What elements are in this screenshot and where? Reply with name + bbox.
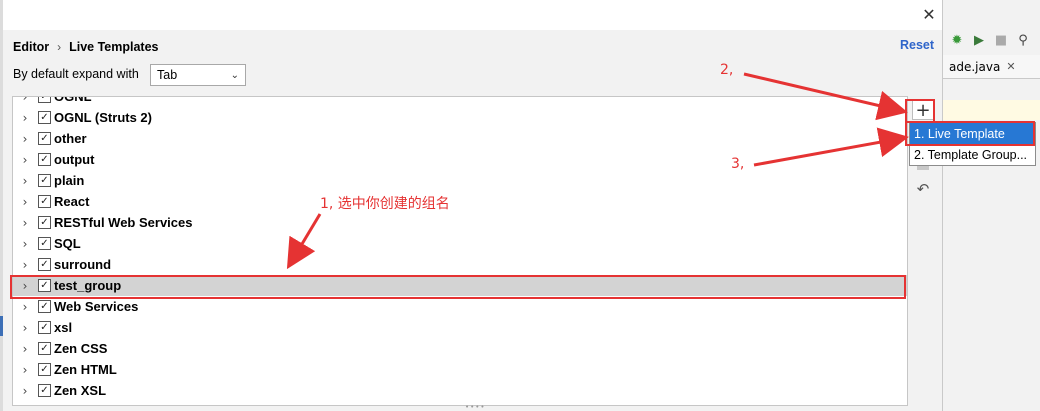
tree-row[interactable]: › ✓ Zen XSL <box>13 380 907 401</box>
group-checkbox[interactable]: ✓ <box>38 195 51 208</box>
group-checkbox[interactable]: ✓ <box>38 321 51 334</box>
group-checkbox[interactable]: ✓ <box>38 300 51 313</box>
ide-toolbar: ✹ ▶ ■ ⚲ <box>943 26 1040 54</box>
dialog-title-bar <box>3 0 942 30</box>
tree-row-label: Zen CSS <box>54 341 108 356</box>
settings-dialog: ✕ Editor › Live Templates Reset By defau… <box>3 0 1036 411</box>
close-icon[interactable]: ✕ <box>1006 60 1015 73</box>
group-checkbox[interactable]: ✓ <box>38 216 51 229</box>
tree-row-label: Zen HTML <box>54 362 117 377</box>
tree-row[interactable]: › ✓ Zen HTML <box>13 359 907 380</box>
tree-row-label: Web Services <box>54 299 139 314</box>
tree-row-label: output <box>54 152 95 167</box>
breadcrumb-live-templates: Live Templates <box>69 40 159 54</box>
tree-row-label: plain <box>54 173 85 188</box>
close-icon[interactable]: ✕ <box>919 4 939 24</box>
annotation-step-2: 2, <box>720 62 734 78</box>
tree-row[interactable]: › ✓ OGNL (Struts 2) <box>13 107 907 128</box>
chevron-down-icon: ⌄ <box>230 69 239 81</box>
tree-row[interactable]: › ✓ plain <box>13 170 907 191</box>
resize-grip[interactable]: •••• <box>465 403 485 411</box>
expand-arrow-icon[interactable]: › <box>17 342 33 356</box>
tree-row-label: React <box>54 194 90 209</box>
tree-row-label: OGNL (Struts 2) <box>54 110 152 125</box>
expand-arrow-icon[interactable]: › <box>17 195 33 209</box>
group-checkbox[interactable]: ✓ <box>38 174 51 187</box>
expand-arrow-icon[interactable]: › <box>17 258 33 272</box>
tree-row[interactable]: › ✓ other <box>13 128 907 149</box>
coverage-icon[interactable]: ▶ <box>971 32 987 48</box>
group-checkbox[interactable]: ✓ <box>38 258 51 271</box>
group-checkbox[interactable]: ✓ <box>38 384 51 397</box>
annotation-box-selected-group <box>10 275 906 299</box>
expand-arrow-icon[interactable]: › <box>17 321 33 335</box>
expand-arrow-icon[interactable]: › <box>17 216 33 230</box>
breadcrumb-editor[interactable]: Editor <box>13 40 49 54</box>
chevron-right-icon: › <box>57 40 62 54</box>
ide-background: ✹ ▶ ■ ⚲ ade.java ✕ <box>942 0 1040 411</box>
tree-row-label: surround <box>54 257 112 272</box>
annotation-box-add-button <box>905 99 935 123</box>
tree-row[interactable]: › ✓ SQL <box>13 233 907 254</box>
reset-link[interactable]: Reset <box>900 38 934 52</box>
tree-row[interactable]: › ✓ xsl <box>13 317 907 338</box>
expand-select[interactable]: Tab ⌄ <box>150 64 246 86</box>
group-checkbox[interactable]: ✓ <box>38 132 51 145</box>
expand-arrow-icon[interactable]: › <box>17 132 33 146</box>
editor-tab[interactable]: ade.java ✕ <box>943 55 1040 79</box>
group-checkbox[interactable]: ✓ <box>38 237 51 250</box>
expand-arrow-icon[interactable]: › <box>17 153 33 167</box>
tree-row[interactable]: › ✓ surround <box>13 254 907 275</box>
expand-arrow-icon[interactable]: › <box>17 300 33 314</box>
stop-icon[interactable]: ■ <box>993 32 1009 48</box>
tree-row[interactable]: › ✓ Web Services <box>13 296 907 317</box>
group-checkbox[interactable]: ✓ <box>38 363 51 376</box>
group-checkbox[interactable]: ✓ <box>38 111 51 124</box>
expand-arrow-icon[interactable]: › <box>17 237 33 251</box>
expand-arrow-icon[interactable]: › <box>17 363 33 377</box>
group-checkbox[interactable]: ✓ <box>38 153 51 166</box>
tree-row-label: RESTful Web Services <box>54 215 193 230</box>
tree-row-label: other <box>54 131 87 146</box>
group-checkbox[interactable]: ✓ <box>38 342 51 355</box>
template-group-tree[interactable]: › ✓ OGNL › ✓ OGNL (Struts 2) › ✓ other › ✓ output › ✓… <box>12 96 908 406</box>
tree-row-label: Zen XSL <box>54 383 107 398</box>
breadcrumb: Editor › Live Templates <box>13 38 159 56</box>
tree-row-label: SQL <box>54 236 81 251</box>
expand-arrow-icon[interactable]: › <box>17 174 33 188</box>
expand-select-value: Tab <box>157 68 178 82</box>
expand-arrow-icon[interactable]: › <box>17 97 33 104</box>
annotation-step-1: 1, 选中你创建的组名 <box>320 196 450 212</box>
remove-button[interactable] <box>917 166 929 170</box>
menu-item-template-group[interactable]: 2. Template Group... <box>910 144 1035 165</box>
tree-row[interactable]: › ✓ RESTful Web Services <box>13 212 907 233</box>
expand-arrow-icon[interactable]: › <box>17 111 33 125</box>
undo-icon[interactable]: ↶ <box>914 180 932 198</box>
group-checkbox[interactable]: ✓ <box>38 97 51 103</box>
annotation-box-live-template <box>905 121 1035 146</box>
annotation-step-3: 3, <box>731 156 745 172</box>
editor-tab-label: ade.java <box>949 59 1001 74</box>
tree-row[interactable]: › ✓ OGNL <box>13 96 907 107</box>
tree-row[interactable]: › ✓ Zen CSS <box>13 338 907 359</box>
editor-highlight-line <box>943 100 1040 120</box>
tree-row[interactable]: › ✓ output <box>13 149 907 170</box>
tree-row-label: xsl <box>54 320 73 335</box>
expand-arrow-icon[interactable]: › <box>17 384 33 398</box>
debug-icon[interactable]: ✹ <box>949 32 965 48</box>
tree-row[interactable]: › ✓ React <box>13 191 907 212</box>
expand-label: By default expand with <box>13 67 139 81</box>
tree-row-label: OGNL <box>54 96 92 104</box>
search-icon[interactable]: ⚲ <box>1015 32 1031 48</box>
